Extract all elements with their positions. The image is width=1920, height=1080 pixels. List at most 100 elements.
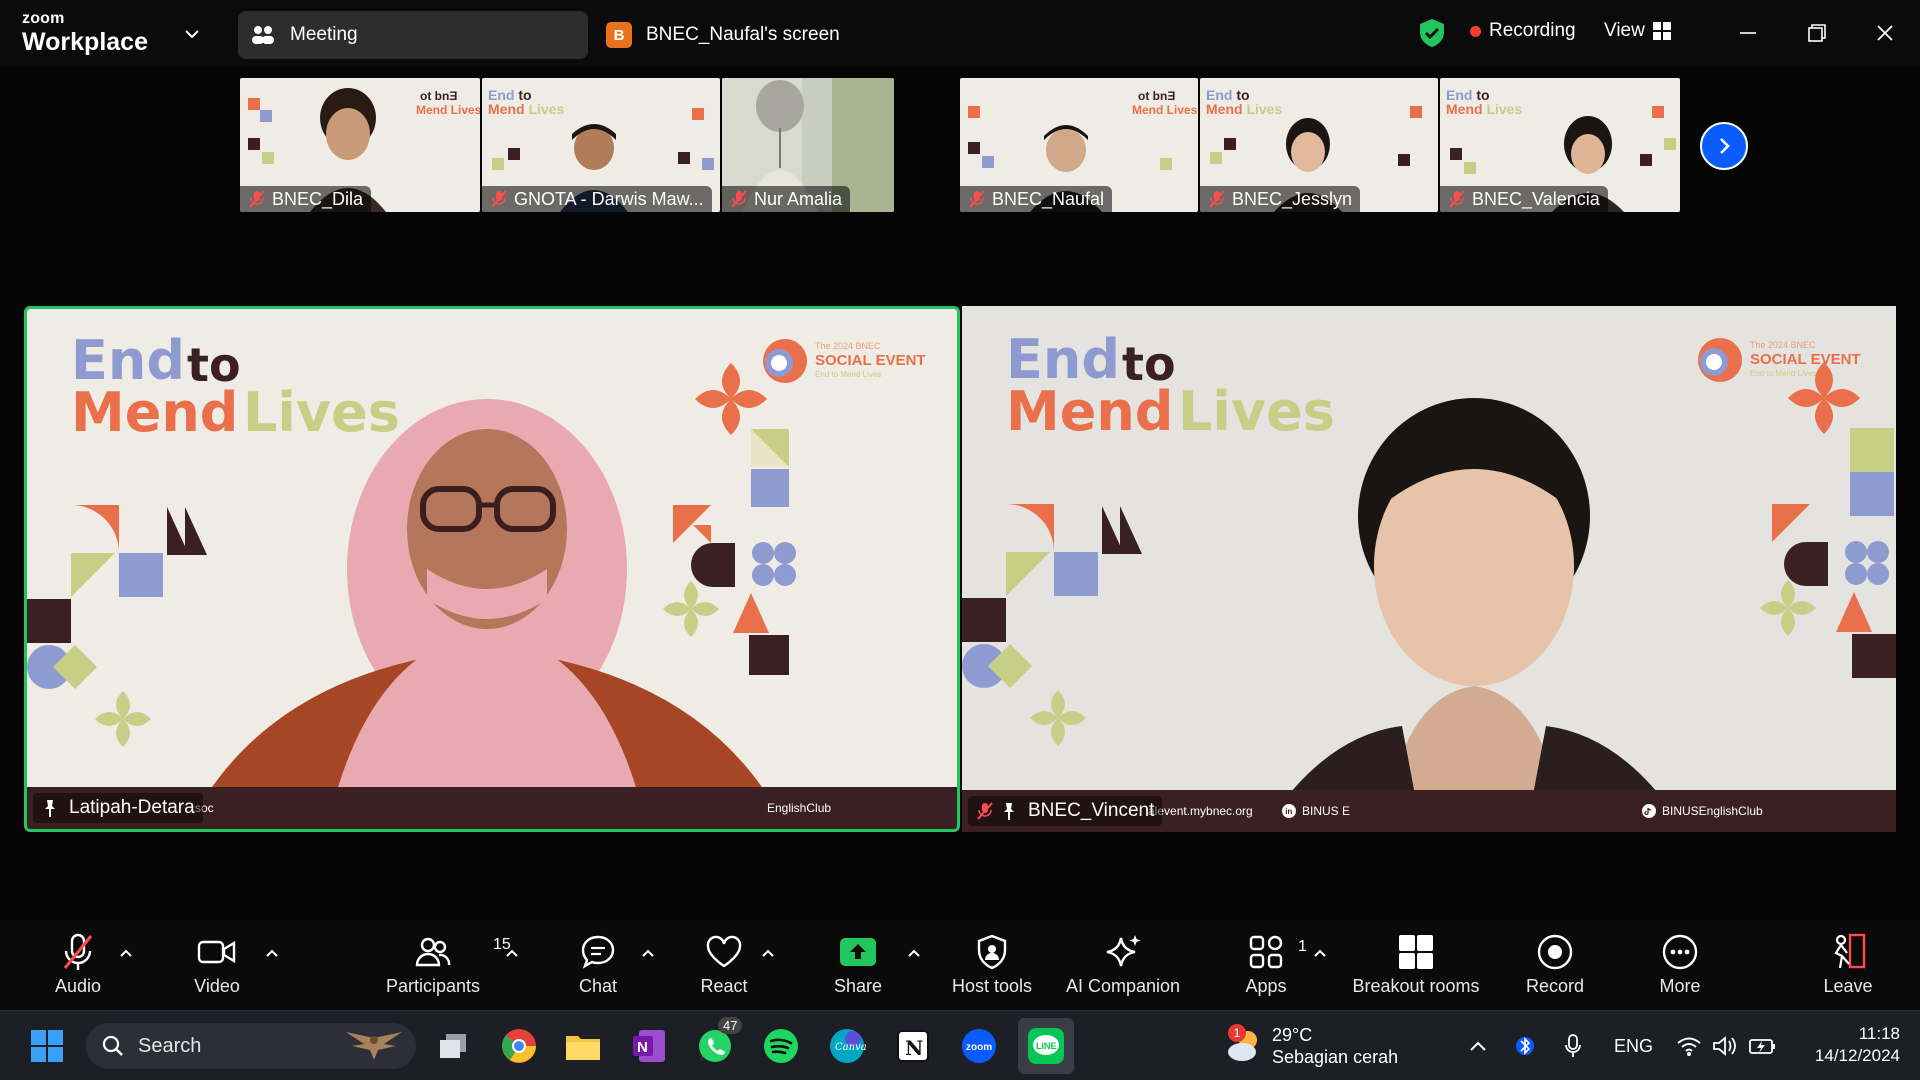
- view-button[interactable]: View: [1604, 20, 1671, 42]
- svg-text:Mend Lives: Mend Lives: [1132, 103, 1198, 117]
- heart-icon: [706, 935, 742, 968]
- chevron-up-icon[interactable]: [906, 946, 922, 962]
- taskbar-search[interactable]: Search: [86, 1023, 416, 1069]
- onenote-icon[interactable]: N: [626, 1023, 672, 1069]
- pin-icon: [45, 800, 55, 817]
- recording-label: Recording: [1489, 20, 1576, 41]
- brand-large: Workplace: [22, 28, 148, 56]
- meeting-tab[interactable]: Meeting: [238, 11, 588, 59]
- start-button[interactable]: [24, 1023, 70, 1069]
- chat-label: Chat: [578, 976, 618, 996]
- spotify-icon[interactable]: [758, 1023, 804, 1069]
- chevron-up-icon[interactable]: [640, 946, 656, 962]
- thumbnail-name-tag: BNEC_Valencia: [1440, 186, 1608, 212]
- thumbnail-name-tag: GNOTA - Darwis Maw...: [482, 186, 712, 212]
- line-app-icon[interactable]: LINE: [1018, 1018, 1074, 1074]
- battery-charging-icon[interactable]: [1748, 1035, 1776, 1057]
- mic-muted-icon: [491, 190, 507, 208]
- task-view-icon[interactable]: [430, 1023, 476, 1069]
- pin-icon: [1004, 803, 1014, 820]
- recording-indicator[interactable]: Recording: [1470, 20, 1576, 42]
- svg-text:Canva: Canva: [835, 1042, 866, 1053]
- ai-companion-button[interactable]: AI Companion: [1058, 920, 1188, 1010]
- active-speaker-tile[interactable]: End to Mend Lives The 2024 BNEC SOCIAL E…: [24, 306, 960, 832]
- chevron-right-icon: [1720, 138, 1730, 154]
- zoom-brand[interactable]: zoom Workplace: [22, 10, 148, 56]
- chevron-up-icon[interactable]: [760, 946, 776, 962]
- chevron-up-icon[interactable]: [118, 946, 134, 962]
- weather-description: Sebagian cerah: [1272, 1047, 1399, 1067]
- next-page-button[interactable]: [1700, 122, 1748, 170]
- video-camera-icon: [197, 940, 236, 964]
- whatsapp-icon[interactable]: 47: [692, 1017, 743, 1069]
- participant-thumbnail[interactable]: Nur Amalia: [722, 78, 894, 212]
- participant-thumbnail-strip: ot bnƎ Mend Lives BNEC_Dila End to Mend …: [240, 78, 1680, 212]
- more-label: More: [1659, 976, 1701, 996]
- chevron-up-icon[interactable]: [1468, 1037, 1488, 1055]
- footer-url: alevent.mybnec.org: [1148, 804, 1253, 818]
- more-button[interactable]: More: [1646, 920, 1714, 1010]
- speaker-name-tag: Latipah-Detara: [33, 793, 203, 823]
- video-button[interactable]: Video: [180, 920, 254, 1010]
- host-tools-button[interactable]: Host tools: [942, 920, 1042, 1010]
- weather-widget[interactable]: 1 29°C Sebagian cerah: [1224, 1011, 1398, 1080]
- thumbnail-name-tag: Nur Amalia: [722, 186, 851, 212]
- clock-time: 11:18: [1858, 1024, 1900, 1043]
- participant-name: BNEC_Vincent: [1028, 800, 1155, 821]
- wifi-icon[interactable]: [1676, 1035, 1702, 1057]
- microphone-icon[interactable]: [1564, 1033, 1582, 1059]
- participant-thumbnail[interactable]: End to Mend Lives BNEC_Valencia: [1440, 78, 1680, 212]
- audio-button[interactable]: Audio: [42, 920, 114, 1010]
- security-shield-icon[interactable]: [1418, 18, 1446, 48]
- svg-text:N: N: [905, 1036, 923, 1060]
- close-icon[interactable]: [1870, 18, 1900, 48]
- language-indicator[interactable]: ENG: [1614, 1011, 1653, 1080]
- participant-thumbnail[interactable]: End to Mend Lives BNEC_Jesslyn: [1200, 78, 1438, 212]
- chevron-down-icon[interactable]: [180, 22, 204, 46]
- apps-button[interactable]: 1 Apps: [1240, 920, 1307, 1010]
- top-bar: zoom Workplace Meeting B BNEC_Naufal's s…: [0, 0, 1920, 66]
- share-button[interactable]: Share: [826, 920, 890, 1010]
- zoom-app-icon[interactable]: zoom: [956, 1023, 1002, 1069]
- apps-count: 1: [1298, 938, 1307, 955]
- thumbnail-name: Nur Amalia: [754, 188, 843, 209]
- leave-button[interactable]: Leave: [1818, 920, 1878, 1010]
- chevron-up-icon[interactable]: [264, 946, 280, 962]
- shared-screen-tab[interactable]: B BNEC_Naufal's screen: [606, 11, 840, 59]
- chevron-up-icon[interactable]: [1312, 946, 1328, 962]
- mic-muted-icon: [63, 933, 93, 970]
- record-button[interactable]: Record: [1520, 920, 1590, 1010]
- chat-button[interactable]: Chat: [568, 920, 628, 1010]
- svg-text:Mend Lives: Mend Lives: [1446, 101, 1522, 117]
- react-button[interactable]: React: [692, 920, 756, 1010]
- leave-icon: [1834, 933, 1866, 969]
- audio-label: Audio: [54, 976, 102, 996]
- thumbnail-name: BNEC_Valencia: [1472, 188, 1600, 209]
- chevron-up-icon[interactable]: [504, 946, 520, 962]
- react-label: React: [700, 976, 748, 996]
- participant-thumbnail[interactable]: End to Mend Lives GNOTA - Darwis Maw...: [482, 78, 720, 212]
- clock-date: 14/12/2024: [1814, 1046, 1900, 1065]
- notion-icon[interactable]: N: [890, 1023, 936, 1069]
- logo-line3: End to Mend Lives: [1750, 369, 1816, 378]
- participant-video-tile[interactable]: End to Mend Lives The 2024 BNEC SOCIAL E…: [962, 306, 1896, 832]
- minimize-icon[interactable]: [1733, 18, 1763, 48]
- temperature: 29°C: [1272, 1025, 1313, 1045]
- thumbnail-name-tag: BNEC_Dila: [240, 186, 372, 212]
- participant-thumbnail[interactable]: ot bnƎ Mend Lives BNEC_Dila: [240, 78, 480, 212]
- canva-icon[interactable]: Canva: [824, 1023, 870, 1069]
- slide-word-lives: Lives: [243, 381, 400, 444]
- bluetooth-icon[interactable]: [1516, 1033, 1534, 1059]
- search-icon: [102, 1035, 123, 1056]
- breakout-rooms-button[interactable]: Breakout rooms: [1346, 920, 1486, 1010]
- mic-muted-icon: [1209, 190, 1225, 208]
- chrome-icon[interactable]: [496, 1023, 542, 1069]
- system-clock[interactable]: 11:18 14/12/2024: [1790, 1023, 1900, 1067]
- volume-icon[interactable]: [1712, 1035, 1738, 1057]
- participants-button[interactable]: 15 Participants: [378, 920, 511, 1010]
- screen-tab-label: BNEC_Naufal's screen: [646, 24, 840, 45]
- svg-text:ot bnƎ: ot bnƎ: [420, 89, 457, 103]
- participant-thumbnail[interactable]: ot bnƎ Mend Lives BNEC_Naufal: [960, 78, 1198, 212]
- restore-icon[interactable]: [1802, 18, 1832, 48]
- file-explorer-icon[interactable]: [560, 1023, 606, 1069]
